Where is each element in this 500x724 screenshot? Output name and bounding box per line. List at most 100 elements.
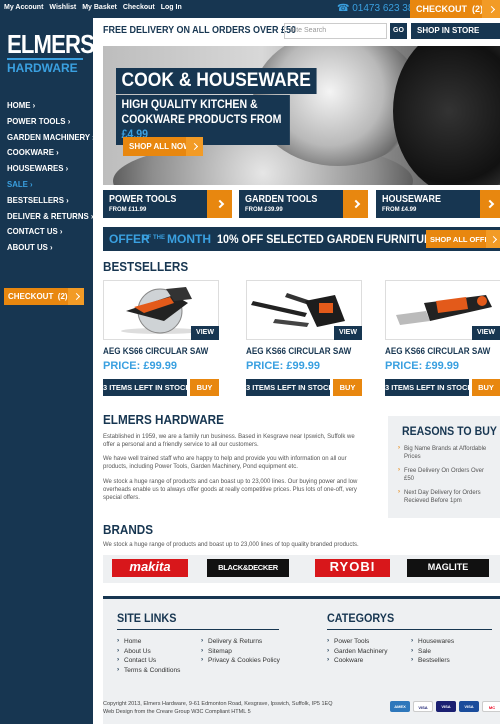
stock-badge: 3 ITEMS LEFT IN STOCK xyxy=(385,379,473,396)
shop-all-now-button[interactable]: SHOP ALL NOW xyxy=(123,137,203,156)
category-price: FROM £11.99 xyxy=(109,207,147,213)
maglite-logo[interactable]: MAGLITE xyxy=(407,559,489,577)
reason-item: Free Delivery On Orders Over £50 xyxy=(398,466,490,483)
sidebar-checkout-button[interactable]: CHECKOUT (2) xyxy=(4,288,84,305)
product-price: PRICE: £99.99 xyxy=(103,360,177,372)
category-houseware[interactable]: HOUSEWARE FROM £4.99 xyxy=(376,190,500,218)
site-links-col-1: Home About Us Contact Us Terms & Conditi… xyxy=(117,636,180,676)
checkout-top-label: CHECKOUT xyxy=(416,4,467,14)
nav-sale[interactable]: SALE › xyxy=(7,179,95,195)
nav-housewares[interactable]: HOUSEWARES › xyxy=(7,163,95,179)
search-go-button[interactable]: GO xyxy=(390,23,407,39)
credit-line[interactable]: Web Design from the Creare Group W3C Com… xyxy=(103,708,333,716)
product-name[interactable]: AEG KS66 CIRCULAR SAW xyxy=(385,346,490,356)
nav-cookware[interactable]: COOKWARE › xyxy=(7,147,95,163)
copyright-text: Copyright 2013, Elmers Hardware, 9-61 Ed… xyxy=(103,700,333,716)
brand-logos: makita BLACK&DECKER RYOBI MAGLITE xyxy=(103,555,500,583)
about-paragraph-3: We stock a huge range of products and ca… xyxy=(103,479,358,501)
buy-button[interactable]: BUY xyxy=(190,379,219,396)
buy-button[interactable]: BUY xyxy=(333,379,362,396)
nav-deliver-returns[interactable]: DELIVER & RETURNS › xyxy=(7,211,95,227)
checkout-link[interactable]: Checkout xyxy=(123,4,155,11)
buy-button[interactable]: BUY xyxy=(472,379,500,396)
product-name[interactable]: AEG KS66 CIRCULAR SAW xyxy=(246,346,351,356)
shop-all-offer-button[interactable]: SHOP ALL OFFER xyxy=(426,230,500,248)
categorys-heading: CATEGORYS xyxy=(327,611,395,625)
visa-debit-card-icon: VISA xyxy=(459,701,479,712)
logo-main[interactable]: ELMERS xyxy=(7,29,95,60)
footer-cat-garden-machinery[interactable]: Garden Machinery xyxy=(327,646,387,657)
hero-title: COOK & HOUSEWARE xyxy=(116,68,317,94)
category-title: GARDEN TOOLS xyxy=(245,194,318,205)
chevron-right-icon xyxy=(68,288,84,305)
reason-item: Next Day Delivery for Orders Recieved Be… xyxy=(398,488,490,505)
makita-logo[interactable]: makita xyxy=(112,559,188,577)
category-power-tools[interactable]: POWER TOOLS FROM £11.99 xyxy=(103,190,232,218)
shop-all-now-label: SHOP ALL NOW xyxy=(129,142,191,151)
chevron-right-icon xyxy=(482,0,500,18)
search-input[interactable]: Site Search xyxy=(284,23,387,39)
footer-cat-sale[interactable]: Sale xyxy=(411,646,454,657)
product-price: PRICE: £99.99 xyxy=(246,360,320,372)
footer-cat-power-tools[interactable]: Power Tools xyxy=(327,636,387,647)
divider xyxy=(117,629,279,630)
category-price: FROM £4.99 xyxy=(382,207,417,213)
offer-of-the-month-banner: OFFER OF THE MONTH 10% OFF SELECTED GARD… xyxy=(103,227,500,251)
offer-text: 10% OFF SELECTED GARDEN FURNITURE xyxy=(217,232,440,246)
footer-link-sitemap[interactable]: Sitemap xyxy=(201,646,280,657)
chevron-right-icon xyxy=(480,190,500,218)
stock-badge: 3 ITEMS LEFT IN STOCK xyxy=(246,379,334,396)
footer-link-terms[interactable]: Terms & Conditions xyxy=(117,665,180,676)
chevron-right-icon xyxy=(207,190,232,218)
footer-cat-bestsellers[interactable]: Bestsellers xyxy=(411,655,454,666)
nav-contact-us[interactable]: CONTACT US › xyxy=(7,226,95,242)
footer-link-delivery[interactable]: Delivery & Returns xyxy=(201,636,280,647)
copyright-line: Copyright 2013, Elmers Hardware, 9-61 Ed… xyxy=(103,701,333,707)
black-decker-logo[interactable]: BLACK&DECKER xyxy=(207,559,289,577)
nav-garden-machinery[interactable]: GARDEN MACHINERY › xyxy=(7,132,95,148)
stock-badge: 3 ITEMS LEFT IN STOCK xyxy=(103,379,191,396)
visa-electron-card-icon: VISA xyxy=(436,701,456,712)
hero-line-2: COOKWARE PRODUCTS FROM xyxy=(121,114,282,126)
chevron-right-icon xyxy=(343,190,368,218)
divider xyxy=(327,629,492,630)
footer-link-about[interactable]: About Us xyxy=(117,646,180,657)
nav-home[interactable]: HOME › xyxy=(7,100,95,116)
about-paragraph-2: We have well trained staff who are happy… xyxy=(103,456,347,470)
footer-link-contact[interactable]: Contact Us xyxy=(117,655,180,666)
my-account-link[interactable]: My Account xyxy=(4,4,43,11)
product-price: PRICE: £99.99 xyxy=(385,360,459,372)
view-button[interactable]: VIEW xyxy=(191,326,219,340)
about-paragraph-1: Established in 1959, we are a family run… xyxy=(103,434,355,448)
payment-cards: AMEX VISA VISA VISA MC xyxy=(390,701,500,712)
free-delivery-banner: FREE DELIVERY ON ALL ORDERS OVER £50 xyxy=(103,25,297,36)
category-garden-tools[interactable]: GARDEN TOOLS FROM £39.99 xyxy=(239,190,368,218)
ryobi-logo[interactable]: RYOBI xyxy=(315,559,390,577)
phone-number: ☎ 01473 623 381 xyxy=(337,3,419,14)
about-heading: ELMERS HARDWARE xyxy=(103,412,224,427)
sidebar: ELMERS HARDWARE HOME › POWER TOOLS › GAR… xyxy=(0,18,95,724)
footer-link-privacy[interactable]: Privacy & Cookies Policy xyxy=(201,655,280,666)
footer-cat-cookware[interactable]: Cookware xyxy=(327,655,387,666)
footer-link-home[interactable]: Home xyxy=(117,636,180,647)
checkout-top-button[interactable]: CHECKOUT (2) xyxy=(410,0,500,18)
visa-card-icon: VISA xyxy=(413,701,433,712)
view-button[interactable]: VIEW xyxy=(334,326,362,340)
view-button[interactable]: VIEW xyxy=(472,326,500,340)
my-basket-link[interactable]: My Basket xyxy=(82,4,117,11)
login-link[interactable]: Log In xyxy=(161,4,182,11)
categories-col-2: Housewares Sale Bestsellers xyxy=(411,636,454,666)
nav-about-us[interactable]: ABOUT US › xyxy=(7,242,95,258)
product-name[interactable]: AEG KS66 CIRCULAR SAW xyxy=(103,346,208,356)
reason-item: Big Name Brands at Affordable Prices xyxy=(398,444,490,461)
shop-in-store-label: SHOP IN STORE xyxy=(417,26,480,35)
chevron-right-icon xyxy=(486,230,500,248)
site-links-heading: SITE LINKS xyxy=(117,611,177,625)
nav-power-tools[interactable]: POWER TOOLS › xyxy=(7,116,95,132)
bestsellers-heading: BESTSELLERS xyxy=(103,259,189,274)
shop-in-store-button[interactable]: SHOP IN STORE xyxy=(411,23,500,39)
wishlist-link[interactable]: Wishlist xyxy=(49,4,76,11)
footer-cat-housewares[interactable]: Housewares xyxy=(411,636,454,647)
logo-sub[interactable]: HARDWARE xyxy=(7,58,83,75)
nav-bestsellers[interactable]: BESTSELLERS › xyxy=(7,195,95,211)
